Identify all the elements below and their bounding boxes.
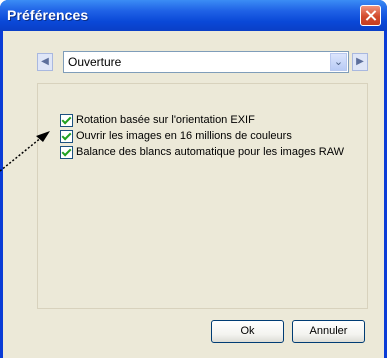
chevron-down-icon: ⌄ [333, 55, 344, 68]
checkbox-exif-rotation[interactable] [60, 113, 73, 127]
right-arrow-icon: ▶ [356, 56, 364, 67]
close-button[interactable] [360, 5, 381, 26]
preferences-window: Préférences ◀ Ouverture ⌄ ▶ Rotation bas [0, 0, 387, 358]
next-page-button[interactable]: ▶ [352, 53, 368, 71]
page-navigation: ◀ Ouverture ⌄ ▶ [37, 51, 368, 73]
ok-button[interactable]: Ok [211, 320, 284, 343]
title-bar[interactable]: Préférences [0, 0, 387, 31]
dropdown-button[interactable]: ⌄ [330, 53, 347, 71]
option-exif-rotation[interactable]: Rotation basée sur l'orientation EXIF [60, 113, 255, 127]
left-arrow-icon: ◀ [41, 56, 49, 67]
option-16-million-colors[interactable]: Ouvrir les images en 16 millions de coul… [60, 129, 292, 143]
page-selector[interactable]: Ouverture ⌄ [63, 51, 349, 73]
option-label-auto-white-balance: Balance des blancs automatique pour les … [76, 146, 345, 158]
page-selector-value: Ouverture [68, 55, 122, 69]
option-label-exif-rotation: Rotation basée sur l'orientation EXIF [76, 114, 255, 126]
checkbox-16-million-colors[interactable] [60, 129, 73, 143]
previous-page-button[interactable]: ◀ [37, 53, 53, 71]
checkbox-auto-white-balance[interactable] [60, 145, 73, 159]
options-panel: Rotation basée sur l'orientation EXIF Ou… [37, 83, 368, 309]
dialog-body: ◀ Ouverture ⌄ ▶ Rotation basée sur l'ori… [3, 31, 384, 358]
option-label-16-million-colors: Ouvrir les images en 16 millions de coul… [76, 130, 292, 142]
option-auto-white-balance[interactable]: Balance des blancs automatique pour les … [60, 145, 344, 159]
window-title: Préférences [7, 7, 89, 23]
cancel-button[interactable]: Annuler [292, 320, 365, 343]
